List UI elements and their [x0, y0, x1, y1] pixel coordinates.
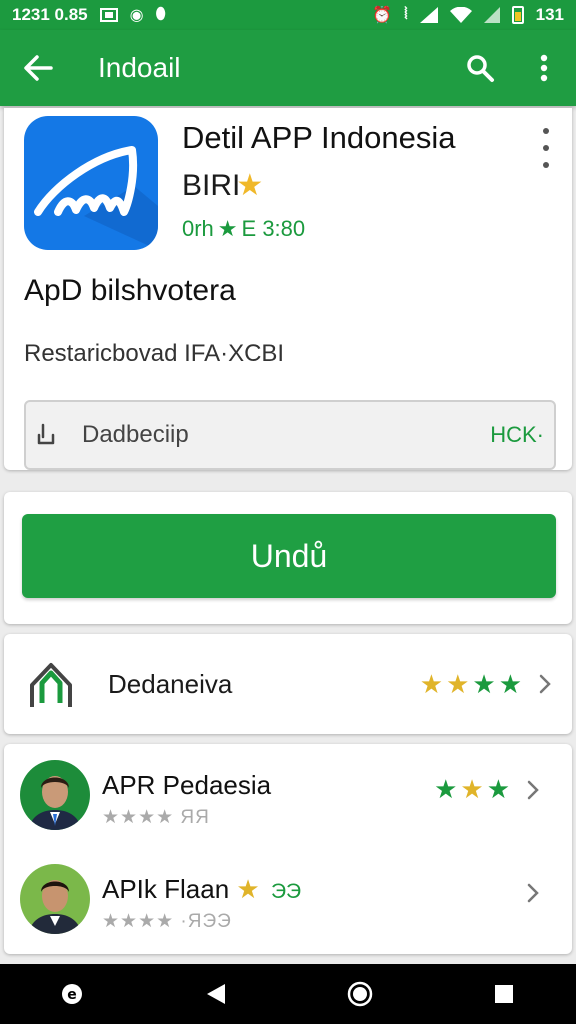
- review-right: [518, 878, 560, 908]
- review-name: APR Pedaesia: [102, 770, 272, 800]
- status-battery-text: 131: [535, 5, 564, 24]
- review-item[interactable]: APR Pedaesia ★★★★ ЯЯ ★ ★ ★: [4, 744, 572, 844]
- vibrate-icon: ⦚: [404, 6, 408, 23]
- nav-back-button[interactable]: [186, 964, 246, 1024]
- download-size-icon: [37, 423, 55, 445]
- home-circle-icon: [347, 981, 373, 1007]
- notification-icon: [99, 8, 118, 22]
- dot-icon: [543, 145, 549, 151]
- star-icon: ★: [217, 216, 238, 241]
- reviews-card: APR Pedaesia ★★★★ ЯЯ ★ ★ ★ APIk Flaan ★ …: [4, 744, 572, 954]
- star-icon: ★: [498, 668, 522, 699]
- chevron-right-icon: [530, 669, 560, 699]
- developer-name: BIRI: [182, 168, 241, 202]
- star-icon: ★: [434, 774, 458, 804]
- overflow-menu-icon: [540, 54, 548, 82]
- overflow-menu-button[interactable]: [512, 30, 576, 106]
- star-icon: ★: [236, 874, 260, 904]
- star-icon: ★: [460, 774, 484, 804]
- wifi-icon: [449, 7, 472, 23]
- app-more-button[interactable]: [538, 128, 554, 168]
- navigation-bar: e: [0, 964, 576, 1024]
- rating-stars: ★ ★ ★ ★: [420, 669, 522, 700]
- triangle-back-icon: [207, 984, 225, 1004]
- rating-card[interactable]: Dedaneiva ★ ★ ★ ★: [4, 634, 572, 734]
- review-item[interactable]: APIk Flaan ★ ЭЭ ★★★★ ·ЯЭЭ: [4, 848, 572, 948]
- app-logo-icon: [24, 116, 158, 250]
- status-time: 1231 0.85: [12, 5, 88, 24]
- download-size-bar[interactable]: Dadbeciip HCK·: [24, 400, 556, 470]
- dot-icon: [543, 162, 549, 168]
- status-left: 1231 0.85 ◉ ⬮: [12, 5, 166, 25]
- chevron-right-icon: [518, 878, 548, 908]
- download-size-label: Dadbeciip: [82, 421, 189, 448]
- download-card: Undů: [4, 492, 572, 624]
- nav-recents-button[interactable]: [474, 964, 534, 1024]
- battery-icon: [511, 6, 524, 24]
- avatar: [20, 864, 90, 934]
- rating-label: Dedaneiva: [108, 668, 233, 699]
- eye-icon: ◉: [129, 7, 144, 24]
- search-icon: [467, 55, 494, 82]
- review-name-row: APIk Flaan ★ ЭЭ: [102, 874, 301, 905]
- star-icon: ★: [236, 169, 264, 202]
- svg-text:e: e: [67, 987, 77, 1003]
- location-icon: ⬮: [155, 6, 166, 23]
- square-recents-icon: [495, 985, 513, 1003]
- assistant-icon: e: [62, 984, 82, 1004]
- rating-row[interactable]: Dedaneiva ★ ★ ★ ★: [4, 634, 572, 734]
- upload-arrow-icon: [30, 663, 72, 707]
- review-name: APIk Flaan: [102, 874, 230, 904]
- meta-text-a: 0rh: [182, 216, 214, 241]
- star-icon: ★: [446, 668, 470, 699]
- review-right: ★ ★ ★: [434, 774, 560, 805]
- app-meta-row: 0rh ★ E 3:80: [182, 216, 305, 242]
- download-button[interactable]: Undů: [22, 514, 556, 598]
- app-bar: Indoail: [0, 30, 576, 106]
- signal-icon: [419, 7, 438, 23]
- review-extra: ЭЭ: [270, 880, 302, 903]
- search-button[interactable]: [448, 30, 512, 106]
- back-button[interactable]: [0, 30, 76, 106]
- download-size-value: HCK·: [490, 422, 544, 447]
- review-stars-text: ★★★★ ЯЯ: [102, 807, 210, 828]
- star-icon: ★: [486, 774, 510, 804]
- star-icon: ★: [472, 668, 496, 699]
- back-arrow-icon: [24, 55, 53, 81]
- status-right: ⏰ ⦚ 131: [372, 5, 564, 25]
- assistant-button[interactable]: e: [42, 964, 102, 1024]
- review-stars-text: ★★★★ ·ЯЭЭ: [102, 911, 232, 932]
- app-subdescription: Restaricbovad IFA·XCBI: [24, 340, 285, 367]
- dot-icon: [543, 128, 549, 134]
- review-rating-stars: ★ ★ ★: [434, 774, 510, 805]
- developer-row[interactable]: BIRI ★: [182, 168, 263, 203]
- app-name: Detil APP Indonesia: [182, 120, 456, 155]
- signal-icon-2: [483, 7, 500, 23]
- alarm-icon: ⏰: [372, 7, 393, 24]
- star-icon: ★: [419, 668, 444, 699]
- avatar: [20, 760, 90, 830]
- nav-home-button[interactable]: [330, 964, 390, 1024]
- status-bar: 1231 0.85 ◉ ⬮ ⏰ ⦚ 131: [0, 0, 576, 30]
- meta-text-b: E 3:80: [241, 216, 306, 241]
- app-description: ApD bilshvotera: [24, 274, 236, 307]
- app-detail-screen: 1231 0.85 ◉ ⬮ ⏰ ⦚ 131 Indoail Detil APP …: [0, 0, 576, 1024]
- app-info-card: Detil APP Indonesia BIRI ★ 0rh ★ E 3:80 …: [4, 108, 572, 470]
- chevron-right-icon: [518, 775, 548, 805]
- app-bar-title: Indoail: [98, 52, 181, 83]
